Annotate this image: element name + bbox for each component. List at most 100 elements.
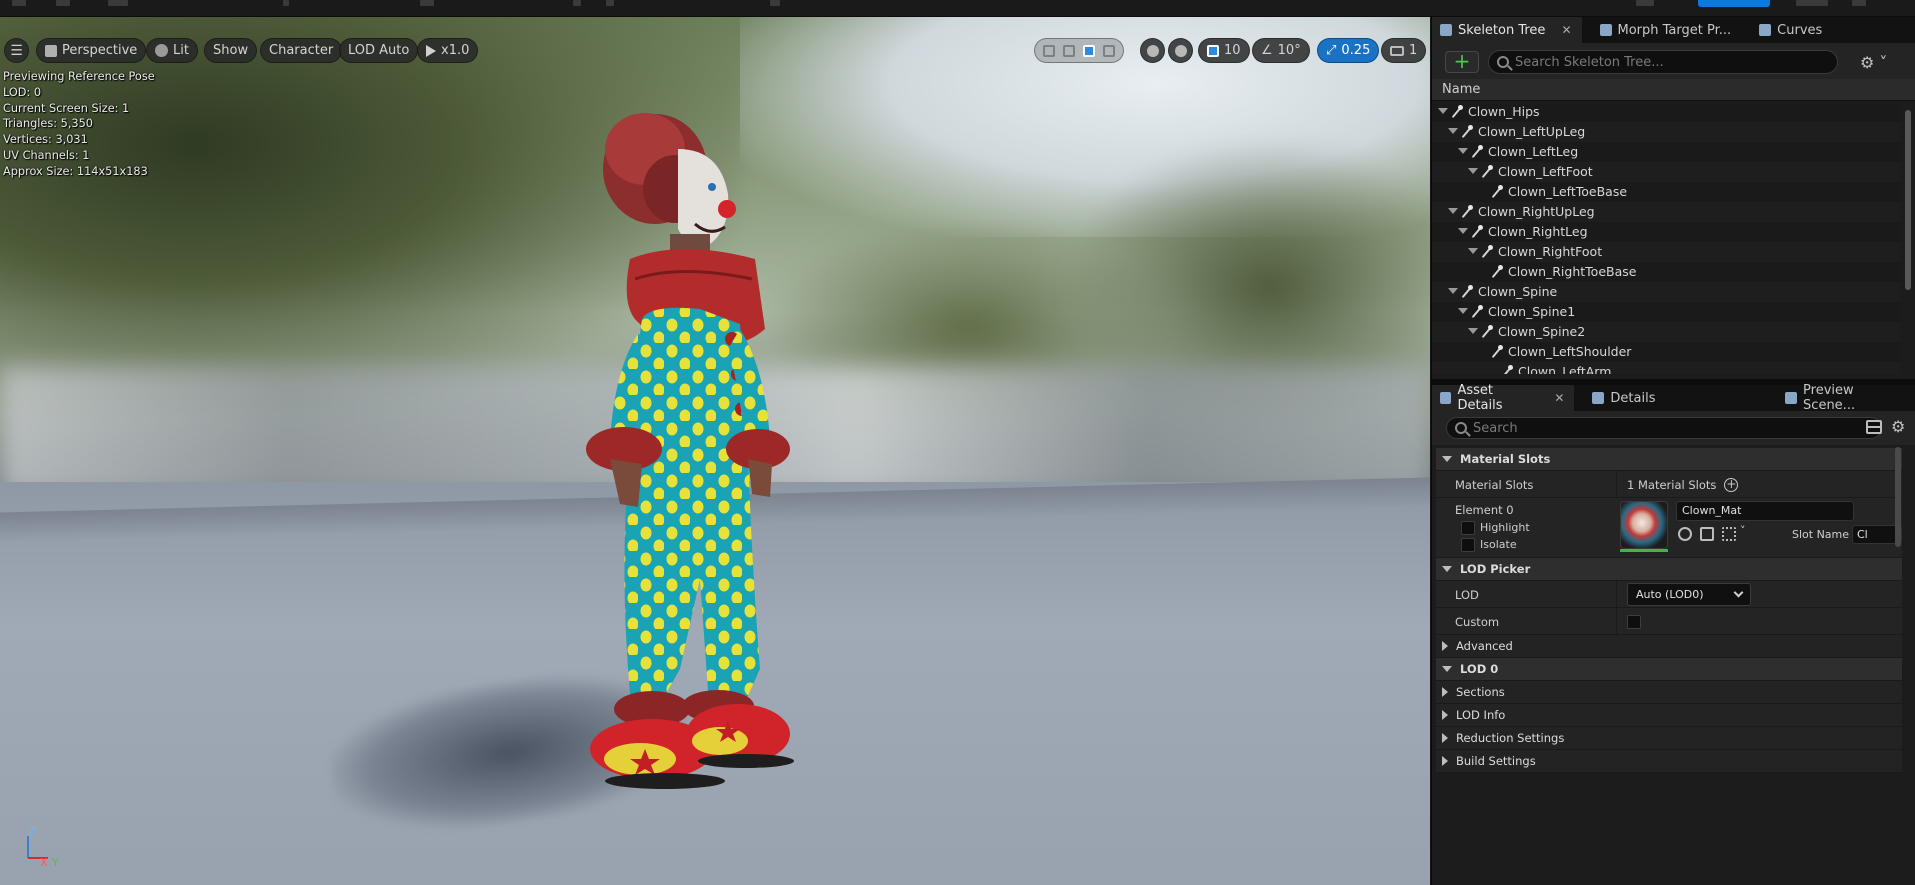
expand-arrow-icon[interactable] (1468, 248, 1478, 254)
highlight-checkbox[interactable] (1461, 521, 1475, 535)
add-bone-button[interactable]: + (1445, 51, 1479, 73)
gear-icon[interactable]: ⚙ (1891, 417, 1905, 436)
bone-tree-row[interactable]: Clown_Spine1 (1432, 302, 1900, 322)
perspective-button[interactable]: Perspective (36, 38, 147, 63)
tab-skeleton-tree[interactable]: Skeleton Tree ✕ (1432, 17, 1582, 43)
select-tool-icon[interactable] (1043, 44, 1055, 57)
bone-tree-row[interactable]: Clown_LeftFoot (1432, 162, 1900, 182)
material-thumbnail[interactable] (1620, 501, 1668, 549)
tab-asset-details[interactable]: Asset Details ✕ (1432, 383, 1575, 413)
expand-arrow-icon[interactable] (1438, 108, 1448, 114)
chevron-down-icon[interactable]: ˅ (1740, 524, 1746, 537)
expand-arrow-icon[interactable] (1458, 308, 1468, 314)
scale-snap-button[interactable]: ⤢ 0.25 (1317, 38, 1380, 63)
bone-icon (1490, 185, 1504, 199)
grid-snap-button[interactable]: 10 (1198, 38, 1250, 63)
custom-lod-checkbox[interactable] (1627, 614, 1641, 629)
camera-speed-button[interactable]: 1 (1381, 38, 1427, 63)
bone-tree-row[interactable]: Clown_RightLeg (1432, 222, 1900, 242)
subsection-lod-info[interactable]: LOD Info (1436, 704, 1902, 727)
add-icon[interactable] (283, 0, 289, 6)
isolate-label: Isolate (1480, 538, 1517, 551)
mode-icon[interactable] (108, 0, 128, 6)
clown-character-mesh[interactable] (560, 109, 860, 869)
bone-tree-row[interactable]: Clown_LeftArm (1432, 362, 1900, 374)
save-icon[interactable] (12, 0, 26, 6)
section-material-slots[interactable]: Material Slots (1436, 448, 1902, 471)
viewport-options-button[interactable]: ☰ (4, 38, 29, 63)
undo-icon[interactable] (606, 0, 614, 6)
expand-arrow-icon[interactable] (1448, 128, 1458, 134)
physics-mode-icon[interactable] (1852, 0, 1866, 6)
animation-mode-icon[interactable] (1796, 0, 1828, 6)
preview-viewport[interactable]: ☰ Perspective Lit Show Character LOD Aut… (0, 17, 1430, 885)
translate-tool-icon[interactable] (1063, 44, 1075, 57)
expand-arrow-icon[interactable] (1458, 228, 1468, 234)
section-lod-picker[interactable]: LOD Picker (1436, 558, 1902, 581)
bone-tree-row[interactable]: Clown_LeftToeBase (1432, 182, 1900, 202)
skeleton-search-input[interactable] (1515, 54, 1815, 70)
material-slot-count: 1 Material Slots (1627, 477, 1717, 492)
coordinate-system-button[interactable] (1140, 38, 1165, 63)
bone-tree-row[interactable]: Clown_RightToeBase (1432, 262, 1900, 282)
settings-icon[interactable] (770, 0, 780, 6)
playback-speed-label: x1.0 (441, 43, 470, 58)
subsection-build-settings[interactable]: Build Settings (1436, 750, 1902, 773)
bone-tree-row[interactable]: Clown_LeftUpLeg (1432, 122, 1900, 142)
bone-tree-row[interactable]: Clown_RightFoot (1432, 242, 1900, 262)
expand-arrow-icon[interactable] (1448, 288, 1458, 294)
morph-target-icon (1599, 24, 1612, 36)
bone-tree-row[interactable]: Clown_LeftLeg (1432, 142, 1900, 162)
subsection-reduction-settings[interactable]: Reduction Settings (1436, 727, 1902, 750)
use-selected-asset-icon[interactable] (1678, 527, 1692, 541)
gear-icon[interactable]: ⚙ ˅ (1860, 53, 1887, 72)
skeleton-tree-scrollbar[interactable] (1905, 110, 1911, 290)
section-advanced[interactable]: Advanced (1436, 635, 1902, 658)
mesh-mode-tab[interactable] (1698, 0, 1770, 7)
section-lod-0[interactable]: LOD 0 (1436, 658, 1902, 681)
details-search-box[interactable] (1446, 417, 1882, 439)
dropdown-icon[interactable] (573, 0, 581, 6)
details-search-input[interactable] (1473, 420, 1853, 436)
add-material-slot-icon[interactable]: + (1724, 477, 1739, 492)
subsection-sections[interactable]: Sections (1436, 681, 1902, 704)
surface-snap-button[interactable] (1168, 38, 1193, 63)
skeleton-mode-icon[interactable] (1636, 0, 1654, 6)
blueprint-icon[interactable] (420, 0, 434, 6)
details-scrollbar[interactable] (1895, 447, 1901, 547)
close-icon[interactable]: ✕ (1554, 391, 1564, 405)
rotation-snap-button[interactable]: ∠ 10° (1252, 38, 1310, 63)
show-button[interactable]: Show (204, 38, 258, 63)
table-view-icon[interactable] (1866, 420, 1882, 434)
expand-arrow-icon[interactable] (1448, 208, 1458, 214)
tab-morph-target-preview[interactable]: Morph Target Pr... (1592, 17, 1742, 43)
rotate-tool-icon[interactable] (1083, 44, 1095, 57)
collapse-arrow-icon (1442, 566, 1452, 572)
playback-speed-button[interactable]: x1.0 (417, 38, 479, 63)
skeleton-search-box[interactable] (1488, 50, 1838, 74)
tab-details[interactable]: Details (1584, 385, 1665, 411)
expand-arrow-icon[interactable] (1458, 148, 1468, 154)
browse-icon[interactable] (56, 0, 70, 6)
close-icon[interactable]: ✕ (1561, 23, 1571, 37)
bone-tree-row[interactable]: Clown_Hips (1432, 102, 1900, 122)
character-button[interactable]: Character (260, 38, 343, 63)
lit-mode-button[interactable]: Lit (146, 38, 198, 63)
expand-arrow-icon[interactable] (1468, 168, 1478, 174)
isolate-checkbox[interactable] (1461, 538, 1475, 552)
expand-arrow-icon[interactable] (1468, 328, 1478, 334)
lod-auto-button[interactable]: LOD Auto (339, 38, 419, 63)
lod-dropdown[interactable]: Auto (LOD0) (1627, 583, 1751, 606)
bone-tree-row[interactable]: Clown_Spine (1432, 282, 1900, 302)
browse-to-asset-icon[interactable] (1700, 527, 1714, 541)
tree-column-header[interactable]: Name (1432, 79, 1915, 101)
material-options-icon[interactable] (1722, 527, 1736, 541)
scale-tool-icon[interactable] (1103, 44, 1115, 57)
bone-icon (1470, 145, 1484, 159)
tab-curves[interactable]: Curves (1751, 17, 1832, 43)
tab-preview-scene[interactable]: Preview Scene... (1777, 383, 1915, 413)
bone-tree-row[interactable]: Clown_RightUpLeg (1432, 202, 1900, 222)
material-name-field[interactable]: Clown_Mat (1676, 501, 1854, 521)
bone-tree-row[interactable]: Clown_LeftShoulder (1432, 342, 1900, 362)
bone-tree-row[interactable]: Clown_Spine2 (1432, 322, 1900, 342)
